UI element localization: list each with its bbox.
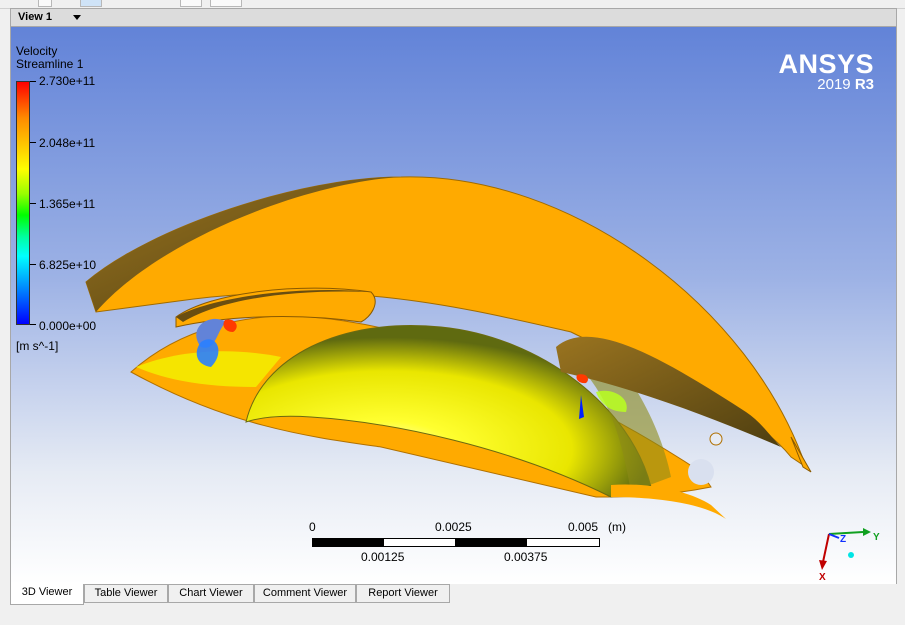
tab-report-viewer[interactable]: Report Viewer: [356, 584, 450, 603]
scale-label-top: 0: [309, 520, 316, 534]
toolbar-button[interactable]: [38, 0, 52, 7]
lower-tip: [611, 484, 726, 519]
toolbar-button[interactable]: [210, 0, 242, 7]
axis-x-label: X: [819, 572, 826, 582]
tab-3d-viewer[interactable]: 3D Viewer: [10, 584, 84, 605]
axis-triad: Y Z X: [819, 528, 880, 582]
scale-bar: [312, 538, 600, 547]
view-title-bar: View 1: [10, 8, 897, 27]
scale-label-top: 0.005: [568, 520, 599, 534]
axis-z-label: Z: [840, 534, 846, 545]
toolbar-button[interactable]: [180, 0, 202, 7]
scale-label-top: 0.0025: [435, 520, 472, 534]
scale-label-bottom: 0.00375: [504, 550, 548, 564]
view-title: View 1: [18, 11, 53, 23]
scale-unit: (m): [608, 520, 626, 534]
outlet-notch: [709, 432, 723, 446]
tab-table-viewer[interactable]: Table Viewer: [84, 584, 168, 603]
toolbar-button[interactable]: [80, 0, 102, 7]
axis-y-label: Y: [873, 532, 880, 543]
turbomachinery-render: [85, 176, 812, 519]
scale-label-bottom: 0.00125: [361, 550, 405, 564]
tab-chart-viewer[interactable]: Chart Viewer: [168, 584, 254, 603]
scale-bar-segment: [455, 539, 527, 546]
scale-bar-segment: [313, 539, 384, 546]
view-dropdown-icon[interactable]: [73, 15, 81, 20]
cutout-right: [688, 459, 714, 485]
3d-viewport[interactable]: Velocity Streamline 1 2.730e+11 2.048e+1…: [10, 27, 897, 584]
tab-comment-viewer[interactable]: Comment Viewer: [254, 584, 356, 603]
